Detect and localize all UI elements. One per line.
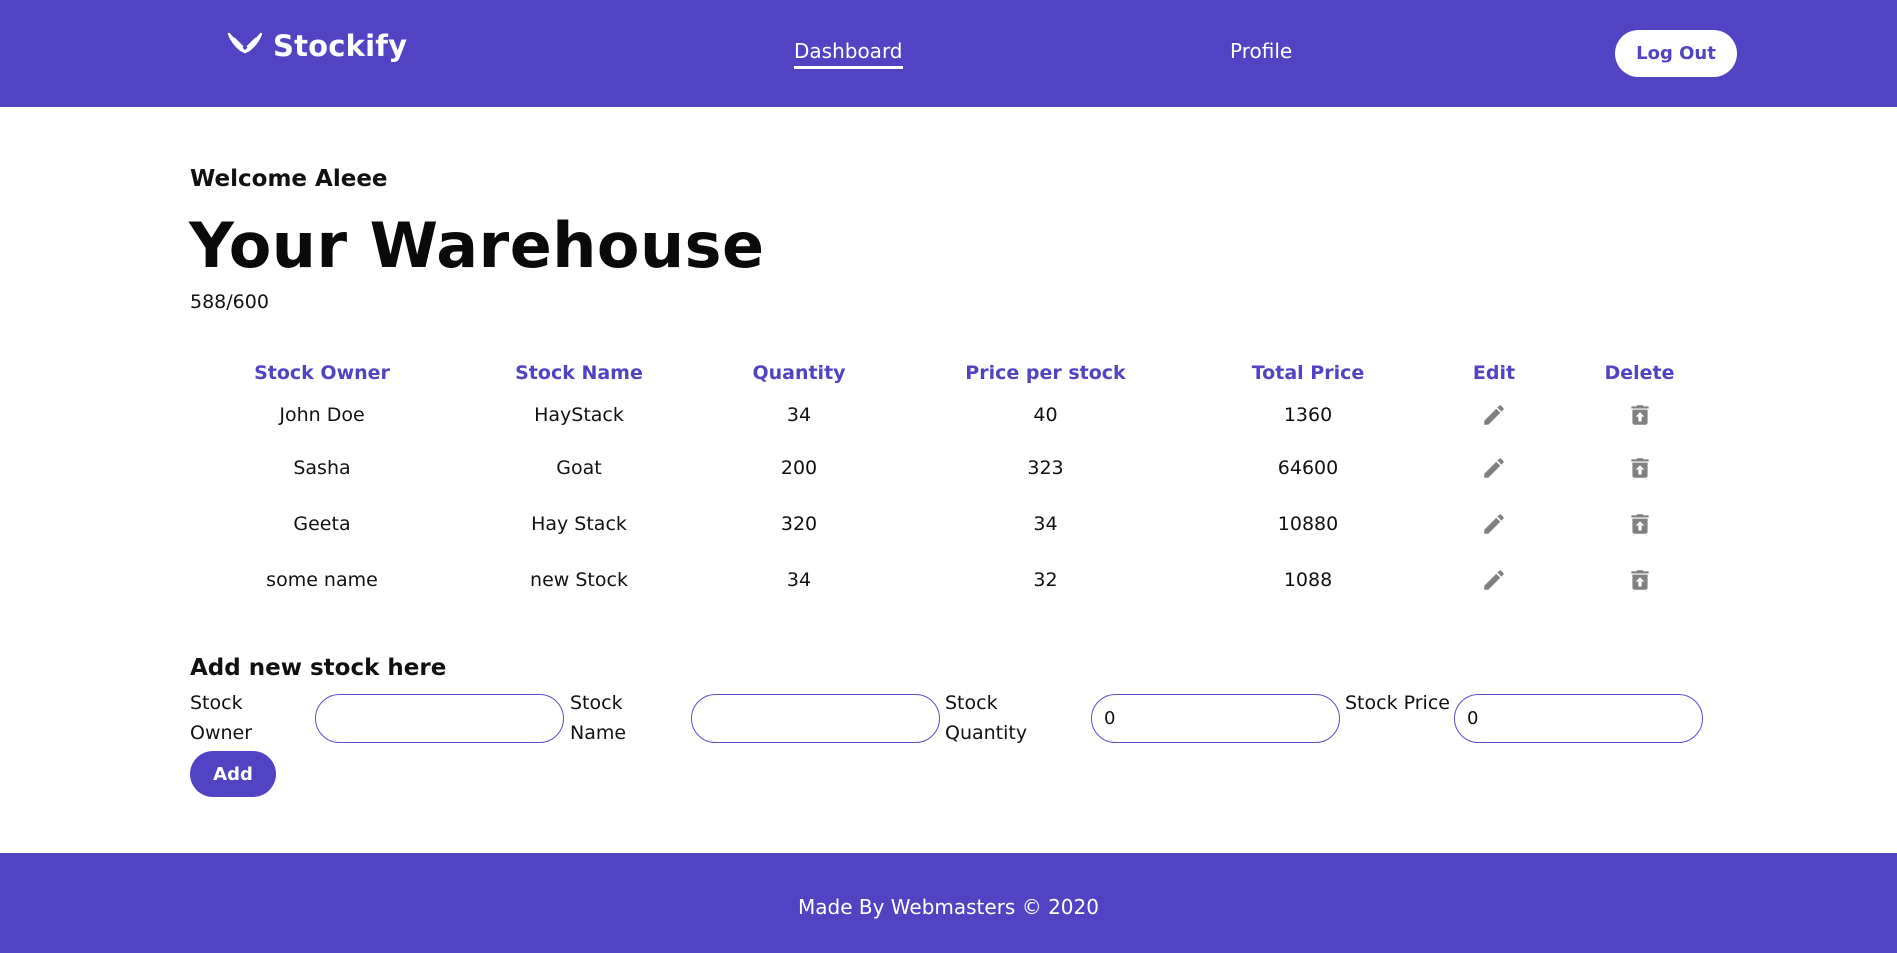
cell-total-price: 64600 — [1277, 457, 1339, 479]
cell-quantity: 200 — [780, 457, 818, 479]
pencil-icon[interactable] — [1481, 567, 1507, 593]
cell-delete — [1569, 440, 1710, 496]
pencil-icon[interactable] — [1481, 511, 1507, 537]
cell-stock-name: HayStack — [534, 404, 624, 426]
col-header-quantity: Quantity — [752, 362, 846, 384]
cell-price-per-stock: 40 — [1033, 404, 1058, 426]
table-row: some name new Stock 34 32 1088 — [190, 552, 1710, 608]
cell-edit — [1419, 390, 1569, 440]
footer-credit: Made By Webmasters © 2020 — [798, 895, 1099, 919]
cell-total-price: 10880 — [1277, 513, 1339, 535]
stock-quantity-input[interactable] — [1091, 694, 1340, 743]
top-navbar: Stockify Dashboard Profile Log Out — [0, 0, 1897, 107]
stock-table: Stock Owner Stock Name Quantity Price pe… — [190, 356, 1710, 608]
cell-price-per-stock: 32 — [1033, 569, 1058, 591]
table-row: Sasha Goat 200 323 64600 — [190, 440, 1710, 496]
trash-icon[interactable] — [1627, 511, 1653, 537]
nav-dashboard[interactable]: Dashboard — [794, 36, 903, 69]
brand-name: Stockify — [273, 29, 408, 63]
cell-edit — [1419, 552, 1569, 608]
logout-button[interactable]: Log Out — [1615, 30, 1737, 77]
trash-icon[interactable] — [1627, 455, 1653, 481]
stock-owner-input[interactable] — [315, 694, 564, 743]
page-title: Your Warehouse — [189, 209, 765, 282]
col-header-stock-name: Stock Name — [515, 362, 643, 384]
col-header-stock-owner: Stock Owner — [254, 362, 390, 384]
cell-stock-owner: Geeta — [293, 513, 351, 535]
cell-stock-owner: John Doe — [279, 404, 365, 426]
col-header-price-per-stock: Price per stock — [965, 362, 1126, 384]
cell-stock-name: Goat — [556, 457, 602, 479]
welcome-message: Welcome Aleee — [190, 166, 388, 192]
cell-delete — [1569, 390, 1710, 440]
col-header-edit: Edit — [1472, 362, 1516, 384]
cell-price-per-stock: 323 — [1027, 457, 1064, 479]
col-header-delete: Delete — [1604, 362, 1675, 384]
pencil-icon[interactable] — [1481, 455, 1507, 481]
trash-icon[interactable] — [1627, 567, 1653, 593]
cell-delete — [1569, 496, 1710, 552]
wings-logo-icon — [225, 30, 273, 62]
add-stock-button[interactable]: Add — [190, 751, 276, 797]
stock-name-input[interactable] — [691, 694, 940, 743]
brand-logo[interactable]: Stockify — [225, 26, 407, 66]
cell-quantity: 34 — [786, 404, 812, 426]
table-header-row: Stock Owner Stock Name Quantity Price pe… — [190, 356, 1710, 390]
footer: Made By Webmasters © 2020 — [0, 853, 1897, 953]
cell-stock-name: Hay Stack — [531, 513, 627, 535]
cell-quantity: 320 — [780, 513, 818, 535]
cell-edit — [1419, 440, 1569, 496]
cell-stock-owner: some name — [266, 569, 378, 591]
pencil-icon[interactable] — [1481, 402, 1507, 428]
cell-stock-owner: Sasha — [293, 457, 351, 479]
warehouse-capacity: 588/600 — [190, 291, 269, 313]
table-row: John Doe HayStack 34 40 1360 — [190, 390, 1710, 440]
stock-quantity-label: Stock Quantity — [945, 692, 1028, 744]
trash-icon[interactable] — [1627, 402, 1653, 428]
cell-stock-name: new Stock — [530, 569, 628, 591]
stock-name-label: Stock Name — [570, 692, 627, 744]
nav-profile[interactable]: Profile — [1230, 36, 1292, 66]
cell-total-price: 1088 — [1283, 569, 1333, 591]
table-row: Geeta Hay Stack 320 34 10880 — [190, 496, 1710, 552]
cell-edit — [1419, 496, 1569, 552]
stock-owner-label: Stock Owner — [190, 692, 253, 744]
add-stock-heading: Add new stock here — [190, 655, 447, 681]
cell-price-per-stock: 34 — [1033, 513, 1058, 535]
cell-delete — [1569, 552, 1710, 608]
stock-price-input[interactable] — [1454, 694, 1703, 743]
stock-price-label: Stock Price — [1345, 692, 1450, 714]
col-header-total-price: Total Price — [1251, 362, 1365, 384]
cell-total-price: 1360 — [1283, 404, 1333, 426]
cell-quantity: 34 — [786, 569, 812, 591]
